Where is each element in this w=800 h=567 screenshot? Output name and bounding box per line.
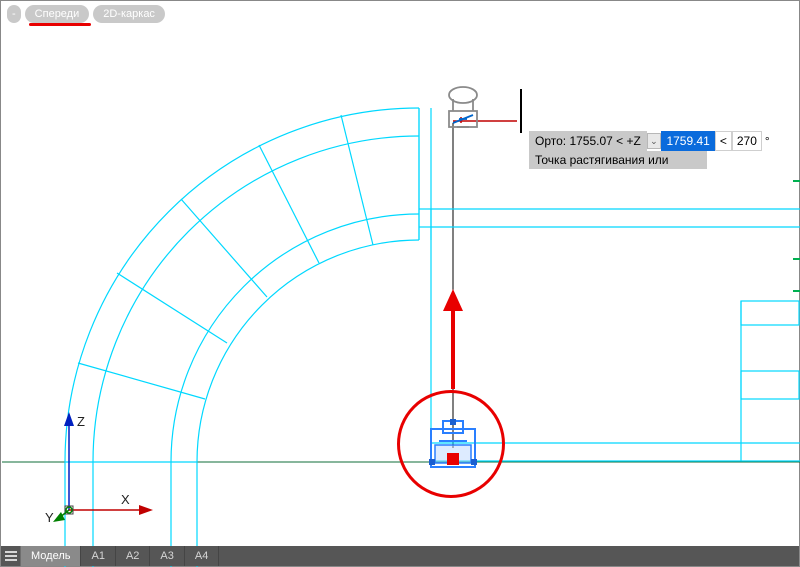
view-minimize-pill[interactable]: - <box>7 5 21 23</box>
distance-input[interactable] <box>661 131 715 151</box>
tab-a1[interactable]: А1 <box>81 546 115 566</box>
tab-a2[interactable]: А2 <box>116 546 150 566</box>
angle-deg: ° <box>762 132 773 150</box>
menu-icon <box>5 551 17 561</box>
layout-tab-bar: Модель А1 А2 А3 А4 <box>1 546 799 566</box>
layout-menu-button[interactable] <box>1 546 21 566</box>
tooltip-prompt-text: Точка растягивания или <box>529 151 707 169</box>
drawing-canvas[interactable] <box>1 1 799 566</box>
dynamic-input-tooltip: Орто: 1755.07 < +Z ⌄ < ° Точка растягива… <box>529 131 773 169</box>
view-wireframe-pill[interactable]: 2D-каркас <box>93 5 165 23</box>
tab-model[interactable]: Модель <box>21 546 81 566</box>
view-controls: - Спереди 2D-каркас <box>7 5 165 23</box>
view-front-pill[interactable]: Спереди <box>25 5 90 23</box>
tooltip-ortho-text: Орто: 1755.07 < +Z <box>529 131 647 151</box>
annotation-underline <box>29 23 91 26</box>
tab-a4[interactable]: А4 <box>185 546 219 566</box>
angle-lt: < <box>715 131 732 151</box>
tab-a3[interactable]: А3 <box>150 546 184 566</box>
angle-input[interactable] <box>732 131 762 151</box>
tooltip-dropdown-icon[interactable]: ⌄ <box>647 133 661 149</box>
